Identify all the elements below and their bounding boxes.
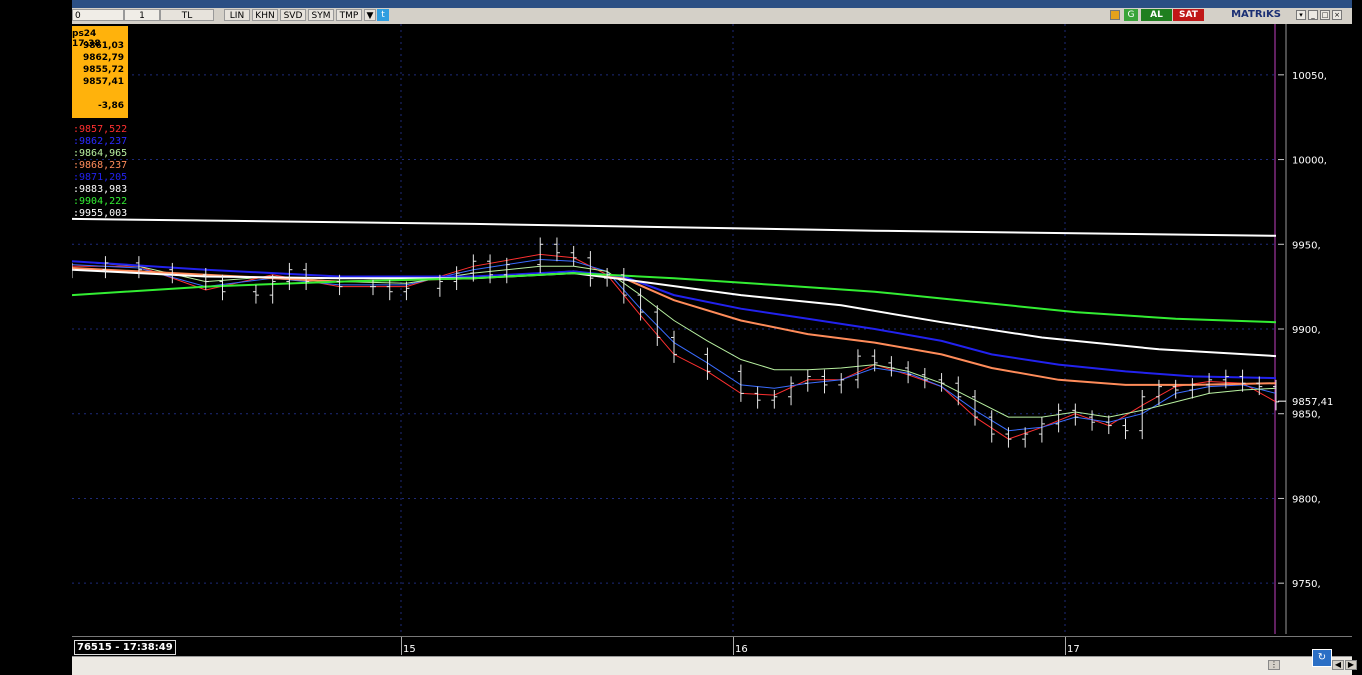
- ma-value-7: :9955,003: [73, 208, 128, 219]
- x-tick-mark: [733, 637, 734, 655]
- info-change: -3,86: [98, 101, 124, 111]
- ma-value-0: :9857,522: [73, 124, 128, 135]
- restore-icon[interactable]: □: [1320, 10, 1330, 20]
- minimize-icon[interactable]: _: [1308, 10, 1318, 20]
- info-value-high: 9862,79: [83, 53, 124, 63]
- time-axis-bar: [72, 636, 1352, 657]
- period-field[interactable]: 0: [72, 9, 124, 21]
- y-tick-label: 9850,: [1292, 410, 1321, 421]
- main-toolbar-strip: [72, 0, 1352, 8]
- interval-field[interactable]: 1: [124, 9, 160, 21]
- linear-button[interactable]: LIN: [224, 9, 250, 21]
- last-price-label: 9857,41: [1292, 397, 1333, 408]
- ma-value-1: :9862,237: [73, 136, 128, 147]
- chart-toolbar: 0 1 TL LIN KHN SVD SYM TMP ▼ t G AL SAT …: [72, 8, 1352, 25]
- x-tick-mark: [1065, 637, 1066, 655]
- currency-button[interactable]: TL: [160, 9, 214, 21]
- refresh-icon[interactable]: ↻: [1312, 649, 1332, 667]
- g-button[interactable]: G: [1124, 9, 1138, 21]
- y-tick-label: 9750,: [1292, 579, 1321, 590]
- y-tick-label: 9950,: [1292, 240, 1321, 251]
- info-value-open: 9861,03: [83, 41, 124, 51]
- buy-button[interactable]: AL: [1141, 9, 1172, 21]
- info-value-low: 9855,72: [83, 65, 124, 75]
- price-info-box: ps24 17:38 9861,03 9862,79 9855,72 9857,…: [72, 26, 128, 118]
- scroll-right-icon[interactable]: ▶: [1345, 660, 1357, 670]
- y-tick-label: 10000,: [1292, 156, 1327, 167]
- info-value-close: 9857,41: [83, 77, 124, 87]
- close-icon[interactable]: ×: [1332, 10, 1342, 20]
- y-tick-label: 9900,: [1292, 325, 1321, 336]
- x-tick-label: 15: [403, 644, 416, 655]
- dropdown-arrow-icon[interactable]: ▾: [1296, 10, 1306, 20]
- y-tick-label: 9800,: [1292, 494, 1321, 505]
- left-panel: [0, 0, 73, 674]
- twitter-icon[interactable]: t: [377, 9, 389, 21]
- ma-value-6: :9904,222: [73, 196, 128, 207]
- horizontal-scrollbar[interactable]: ⋮ ↻ ◀ ▶: [72, 649, 1357, 675]
- right-panel: [1352, 0, 1362, 674]
- y-tick-label: 10050,: [1292, 71, 1327, 82]
- x-tick-mark: [401, 637, 402, 655]
- brand-label: MATRıKS: [1231, 9, 1281, 20]
- ma-value-4: :9871,205: [73, 172, 128, 183]
- khn-button[interactable]: KHN: [252, 9, 278, 21]
- status-readout: 76515 - 17:38:49: [74, 640, 176, 655]
- chart-background: [72, 24, 1352, 636]
- ma-value-3: :9868,237: [73, 160, 128, 171]
- svd-button[interactable]: SVD: [280, 9, 306, 21]
- price-chart[interactable]: 10050, 10000, 9950, 9900, 9850, 9800, 9750, 985…: [69, 24, 1352, 636]
- moving-average-legend: :9857,522:9862,237:9864,965:9868,237:987…: [73, 124, 127, 220]
- ma-value-2: :9864,965: [73, 148, 128, 159]
- x-tick-label: 16: [735, 644, 748, 655]
- x-tick-label: 17: [1067, 644, 1080, 655]
- scroll-left-icon[interactable]: ◀: [1332, 660, 1344, 670]
- ma-value-5: :9883,983: [73, 184, 128, 195]
- sell-button[interactable]: SAT: [1173, 9, 1204, 21]
- scroll-thumb[interactable]: ⋮: [1268, 660, 1280, 670]
- dropdown-icon[interactable]: ▼: [364, 9, 376, 21]
- flag-icon[interactable]: [1110, 10, 1120, 20]
- sym-button[interactable]: SYM: [308, 9, 334, 21]
- chart-area[interactable]: 10050, 10000, 9950, 9900, 9850, 9800, 9750, 985…: [69, 24, 1352, 636]
- tmp-button[interactable]: TMP: [336, 9, 362, 21]
